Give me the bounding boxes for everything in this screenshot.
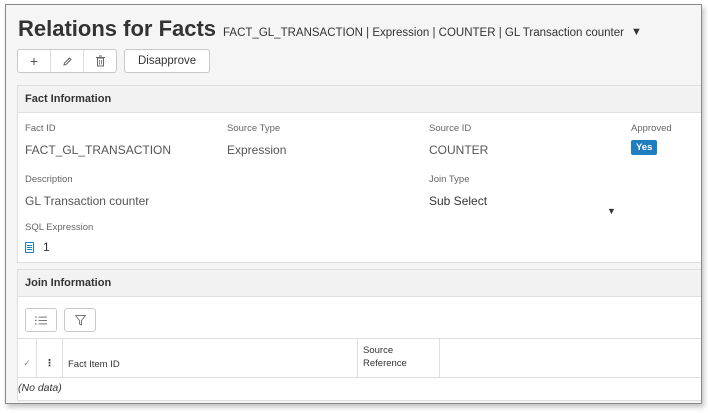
sql-expression-value: 1 <box>43 240 50 254</box>
chevron-down-icon[interactable]: ▼ <box>607 206 616 216</box>
select-all-checkbox[interactable]: ✓ <box>18 339 37 377</box>
fact-id-label: Fact ID <box>25 123 56 134</box>
more-vertical-icon: ⋮ <box>44 358 55 369</box>
disapprove-button[interactable]: Disapprove <box>124 49 211 73</box>
source-type-field: Source Type Expression <box>227 123 286 157</box>
edit-icon <box>62 56 72 66</box>
edit-button[interactable] <box>51 50 84 72</box>
toolbar: + Disapprove <box>17 49 211 73</box>
add-button[interactable]: + <box>18 50 51 72</box>
source-id-field: Source ID COUNTER <box>429 123 488 157</box>
sql-expression-label: SQL Expression <box>25 222 94 233</box>
toolbar-button-group: + <box>17 49 117 73</box>
checkmark-icon: ✓ <box>23 358 31 368</box>
fact-information-panel: Fact Information Fact ID FACT_GL_TRANSAC… <box>17 85 701 263</box>
approved-label: Approved <box>631 123 672 134</box>
description-value: GL Transaction counter <box>25 194 150 208</box>
page-header: Relations for Facts FACT_GL_TRANSACTION … <box>6 5 701 85</box>
source-type-value: Expression <box>227 143 287 157</box>
column-header-source-reference[interactable]: Source Reference <box>358 339 440 377</box>
fact-information-header: Fact Information <box>18 86 701 113</box>
sql-expression-value-row[interactable]: 1 <box>25 240 93 254</box>
grid-header: ✓ ⋮ Fact Item ID Source Reference <box>18 338 701 378</box>
page-title: Relations for Facts <box>18 16 217 41</box>
column-header-fact-item-id[interactable]: Fact Item ID <box>63 339 358 377</box>
approved-badge: Yes <box>631 140 658 155</box>
add-icon: + <box>29 53 39 69</box>
join-type-label: Join Type <box>429 174 470 185</box>
delete-button[interactable] <box>84 50 116 72</box>
source-id-value: COUNTER <box>429 143 489 157</box>
empty-grid-message: (No data) <box>18 382 62 394</box>
source-type-label: Source Type <box>227 123 281 134</box>
list-icon <box>35 316 47 324</box>
title-row: Relations for Facts FACT_GL_TRANSACTION … <box>18 16 642 42</box>
grid-toolbar <box>25 308 103 332</box>
join-type-field[interactable]: Join Type Sub Select ▼ <box>429 174 619 216</box>
filter-icon <box>74 314 86 326</box>
join-information-header: Join Information <box>18 270 701 297</box>
page-subtitle: FACT_GL_TRANSACTION | Expression | COUNT… <box>223 27 624 39</box>
join-information-panel: Join Information ✓ ⋮ Fact Item ID Source… <box>17 269 701 401</box>
description-field: Description GL Transaction counter <box>25 174 149 208</box>
fact-id-field: Fact ID FACT_GL_TRANSACTION <box>25 123 171 157</box>
document-icon[interactable] <box>25 241 34 253</box>
approved-field: Approved Yes <box>631 123 672 155</box>
delete-icon <box>95 55 105 67</box>
filter-button[interactable] <box>64 308 96 332</box>
sql-expression-field: SQL Expression 1 <box>25 222 93 254</box>
description-label: Description <box>25 174 73 185</box>
app-window: Relations for Facts FACT_GL_TRANSACTION … <box>5 4 702 404</box>
chevron-down-icon[interactable]: ▼ <box>631 26 642 38</box>
list-view-button[interactable] <box>25 308 57 332</box>
fact-id-value: FACT_GL_TRANSACTION <box>25 143 172 157</box>
join-type-select[interactable]: Sub Select <box>429 194 619 208</box>
source-id-label: Source ID <box>429 123 472 134</box>
column-options-button[interactable]: ⋮ <box>37 339 63 377</box>
